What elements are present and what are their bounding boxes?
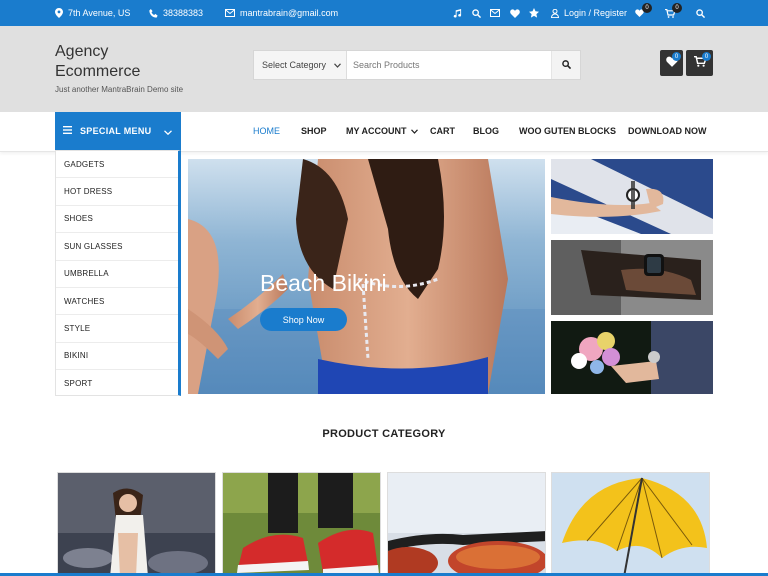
chevron-down-icon [410,126,418,136]
heart-icon: 0 [635,3,652,17]
menu-item-shoes[interactable]: SHOES [56,206,178,234]
menu-item-style[interactable]: STYLE [56,315,178,343]
menu-item-watches[interactable]: WATCHES [56,288,178,316]
site-title[interactable]: Agency Ecommerce [55,42,175,82]
cart-icon: 0 [665,2,682,18]
special-menu-list: GADGETS HOT DRESS SHOES SUN GLASSES UMBR… [55,150,181,396]
search-icon [561,56,571,74]
phone-text: 38388383 [163,8,204,18]
nav-shop[interactable]: SHOP [301,112,327,150]
product-search: Select Category Search Products [253,50,581,80]
address-item: 7th Avenue, US [55,0,130,26]
nav-home[interactable]: HOME [253,112,280,150]
mail-icon[interactable] [490,0,500,26]
category-card-umbrella[interactable] [551,472,710,576]
envelope-icon [225,9,235,17]
search-icon[interactable] [696,0,705,26]
phone-icon [149,8,158,18]
address-text: 7th Avenue, US [68,8,131,18]
special-menu-toggle[interactable]: SPECIAL MENU [55,112,181,150]
special-menu-label: SPECIAL MENU [80,126,152,136]
heart-icon[interactable] [510,0,520,26]
category-select-value: Select Category [262,60,327,70]
nav-cart[interactable]: CART [430,112,455,150]
menu-item-sport[interactable]: SPORT [56,370,178,397]
nav-my-account[interactable]: MY ACCOUNT [346,112,418,150]
menu-item-umbrella[interactable]: UMBRELLA [56,261,178,288]
search-icon[interactable] [472,0,481,26]
login-text: Login / Register [564,8,628,18]
shop-now-button[interactable]: Shop Now [260,308,347,331]
hamburger-icon [63,126,72,136]
category-select[interactable]: Select Category [254,51,347,79]
map-pin-icon [55,8,63,18]
category-card-shoes[interactable] [222,472,381,576]
nav-download-now[interactable]: DOWNLOAD NOW [628,112,707,150]
topbar-wishlist[interactable]: 0 [635,0,652,26]
phone-item[interactable]: 38388383 [149,0,203,26]
promo-flowers-image[interactable] [551,321,713,394]
site-tagline: Just another MantraBrain Demo site [55,85,184,94]
nav-blog[interactable]: BLOG [473,112,499,150]
main-navigation: SPECIAL MENU HOME SHOP MY ACCOUNT CART B… [0,112,768,152]
email-item[interactable]: mantrabrain@gmail.com [225,0,338,26]
product-category-title: PRODUCT CATEGORY [322,428,446,440]
hero-slider: Beach Bikini Shop Now [188,159,545,394]
search-button[interactable] [551,51,580,79]
email-text: mantrabrain@gmail.com [240,8,339,18]
menu-item-bikini[interactable]: BIKINI [56,343,178,371]
login-link[interactable]: Login / Register [551,0,627,26]
nav-my-account-label: MY ACCOUNT [346,126,407,136]
promo-smartwatch-image[interactable] [551,240,713,315]
menu-item-gadgets[interactable]: GADGETS [56,151,178,179]
search-input[interactable]: Search Products [347,51,551,79]
nav-woo-guten-blocks[interactable]: WOO GUTEN BLOCKS [519,112,616,150]
menu-item-sun-glasses[interactable]: SUN GLASSES [56,233,178,261]
promo-watch-image[interactable] [551,159,713,234]
chevron-down-icon [164,127,172,137]
cart-count-badge: 0 [702,52,711,61]
topbar-cart[interactable]: 0 [665,0,682,26]
hero-title: Beach Bikini [260,270,387,296]
cart-button[interactable]: 0 [686,50,713,76]
category-card-dress[interactable] [57,472,216,576]
wishlist-count-badge: 0 [642,3,652,13]
user-icon [551,8,559,18]
site-header: Agency Ecommerce Just another MantraBrai… [0,26,768,112]
wishlist-button[interactable]: 0 [660,50,683,76]
chevron-down-icon [334,60,341,70]
music-icon[interactable] [453,0,462,26]
menu-item-hot-dress[interactable]: HOT DRESS [56,178,178,206]
wishlist-count-badge: 0 [672,52,681,61]
category-card-sunglasses[interactable] [387,472,546,576]
cart-count-badge: 0 [672,2,682,13]
top-bar: 7th Avenue, US 38388383 mantrabrain@gmai… [0,0,768,26]
star-icon[interactable] [529,0,539,26]
